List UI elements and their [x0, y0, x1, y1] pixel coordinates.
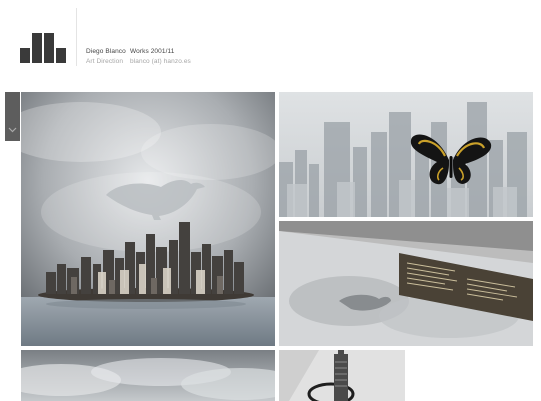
- page: Diego Blanco Art Direction Works 2001/11…: [0, 0, 541, 401]
- clouds-thumbnail[interactable]: [21, 350, 275, 401]
- header-divider: [76, 8, 77, 66]
- author-info: Diego Blanco Art Direction: [86, 47, 126, 67]
- author-role: Art Direction: [86, 58, 124, 65]
- side-panel-toggle[interactable]: [5, 92, 20, 141]
- album-cover-thumbnail[interactable]: [279, 221, 533, 346]
- author-name[interactable]: Diego Blanco: [86, 47, 126, 57]
- works-title[interactable]: Works 2001/11: [130, 47, 191, 57]
- city-island-bird-thumbnail[interactable]: [21, 92, 275, 346]
- bar-chart-logo-icon[interactable]: [20, 33, 66, 63]
- butterfly-city-thumbnail[interactable]: [279, 92, 533, 217]
- chevron-down-icon: [8, 127, 17, 133]
- works-info: Works 2001/11 blanco (at) hanzo.es: [130, 47, 191, 67]
- contact-email: blanco (at) hanzo.es: [130, 58, 191, 65]
- tower-thumbnail[interactable]: [279, 350, 405, 401]
